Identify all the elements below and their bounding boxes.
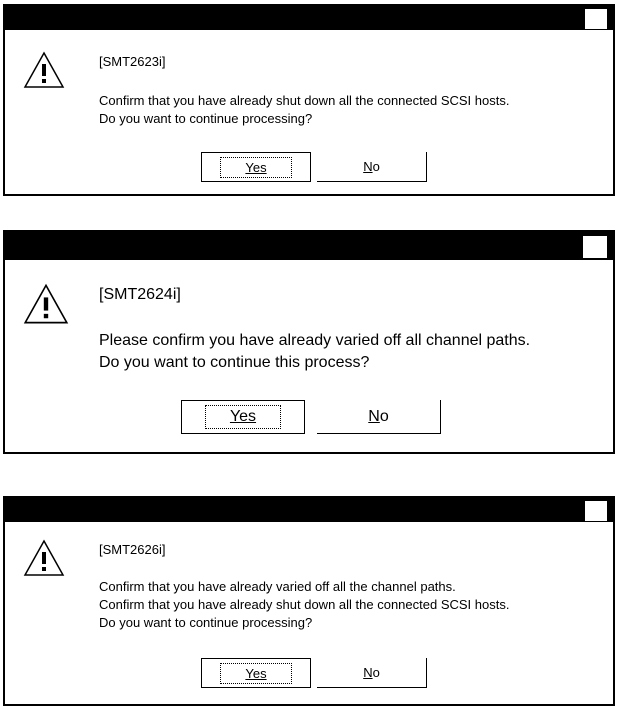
- no-button-label: No: [368, 407, 389, 425]
- window-button[interactable]: [585, 501, 607, 521]
- message-code: [SMT2626i]: [99, 542, 166, 557]
- window-button[interactable]: [585, 9, 607, 29]
- no-button-label: No: [363, 665, 380, 680]
- dialog-titlebar: Microprogram Exchange: [5, 498, 613, 542]
- dialog-titlebar: Microprogram Exchange: [5, 232, 613, 283]
- message-line: Please confirm you have already varied o…: [99, 332, 531, 349]
- message-text: Please confirm you have already varied o…: [99, 330, 530, 374]
- no-button[interactable]: No: [317, 400, 441, 434]
- yes-button[interactable]: Yes: [181, 400, 305, 434]
- confirm-dialog-smt2626i: Microprogram Exchange [SMT2626i] Confirm…: [3, 496, 615, 706]
- message-line: Confirm that you have already shut down …: [99, 597, 510, 612]
- warning-icon: [23, 539, 65, 576]
- yes-button-label: Yes: [204, 405, 282, 429]
- yes-button[interactable]: Yes: [201, 658, 311, 688]
- message-line: Do you want to continue processing?: [99, 111, 313, 126]
- message-line: Do you want to continue this process?: [99, 354, 370, 371]
- message-text: Confirm that you have already shut down …: [99, 92, 509, 128]
- confirm-dialog-smt2623i: Microprogram Exchange [SMT2623i] Confirm…: [3, 4, 615, 196]
- no-button[interactable]: No: [317, 152, 427, 182]
- yes-button-label: Yes: [220, 662, 292, 684]
- yes-button[interactable]: Yes: [201, 152, 311, 182]
- dialog-title: Microprogram Exchange: [25, 33, 206, 50]
- message-line: Do you want to continue processing?: [99, 615, 313, 630]
- warning-icon: [23, 51, 65, 88]
- window-button[interactable]: [583, 236, 607, 258]
- message-line: Confirm that you have already shut down …: [99, 93, 510, 108]
- yes-button-label: Yes: [220, 156, 292, 178]
- message-line: Confirm that you have already varied off…: [99, 579, 456, 594]
- message-code: [SMT2623i]: [99, 54, 166, 69]
- no-button-label: No: [363, 159, 380, 174]
- warning-icon: [23, 283, 69, 324]
- message-text: Confirm that you have already varied off…: [99, 578, 509, 632]
- confirm-dialog-smt2624i: Microprogram Exchange [SMT2624i] Please …: [3, 230, 615, 454]
- dialog-title: Microprogram Exchange: [27, 264, 232, 283]
- dialog-titlebar: Microprogram Exchange: [5, 6, 613, 50]
- no-button[interactable]: No: [317, 658, 427, 688]
- message-code: [SMT2624i]: [99, 286, 181, 303]
